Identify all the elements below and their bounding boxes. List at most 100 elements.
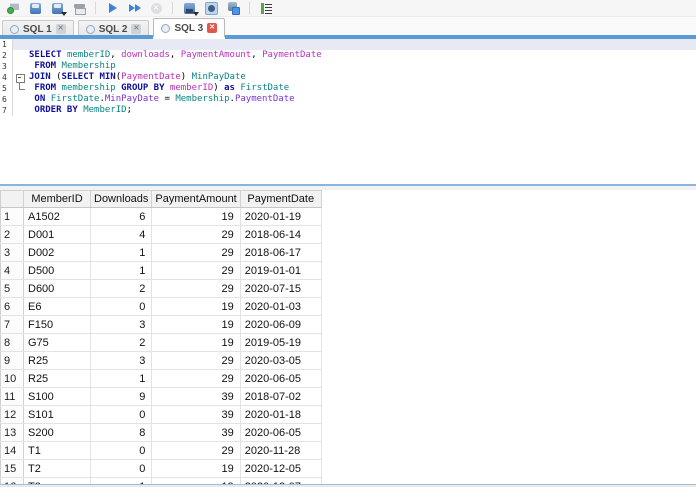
cell-paymentamount[interactable]: 19 [151, 315, 241, 334]
row-number-cell[interactable]: 2 [0, 225, 24, 244]
cell-paymentdate[interactable]: 2020-07-15 [240, 279, 322, 298]
cell-paymentdate[interactable]: 2020-11-28 [240, 441, 322, 460]
code-line[interactable]: 2 SELECT memberID, downloads, PaymentAmou… [0, 50, 696, 61]
cell-paymentdate[interactable]: 2020-01-03 [240, 297, 322, 316]
tab-sql-2[interactable]: SQL 2 ✕ [77, 20, 150, 37]
cell-memberid[interactable]: S101 [23, 405, 91, 424]
cell-downloads[interactable]: 4 [90, 225, 153, 244]
cell-memberid[interactable]: D002 [23, 243, 91, 262]
column-header-paymentamount[interactable]: PaymentAmount [151, 190, 241, 208]
open-sql-file-button[interactable] [24, 1, 46, 16]
cell-paymentdate[interactable]: 2018-06-17 [240, 243, 322, 262]
save-sql-file-button[interactable] [46, 1, 68, 16]
execute-all-queries-button[interactable] [123, 1, 145, 16]
column-header-downloads[interactable]: Downloads [90, 190, 153, 208]
cell-downloads[interactable]: 0 [90, 441, 153, 460]
cell-memberid[interactable]: D001 [23, 225, 91, 244]
cell-paymentamount[interactable]: 39 [151, 405, 241, 424]
cell-downloads[interactable]: 8 [90, 423, 153, 442]
cell-paymentdate[interactable]: 2020-06-05 [240, 423, 322, 442]
row-number-cell[interactable]: 12 [0, 405, 24, 424]
cell-paymentamount[interactable]: 29 [151, 369, 241, 388]
save-snapshot-button[interactable] [200, 1, 222, 16]
cell-downloads[interactable]: 2 [90, 279, 153, 298]
cell-memberid[interactable]: S200 [23, 423, 91, 442]
cell-memberid[interactable]: T2 [23, 459, 91, 478]
cell-paymentdate[interactable]: 2020-12-05 [240, 459, 322, 478]
cell-memberid[interactable]: D500 [23, 261, 91, 280]
cell-memberid[interactable]: E6 [23, 297, 91, 316]
tab-close-icon[interactable]: ✕ [131, 24, 142, 34]
cell-paymentamount[interactable]: 39 [151, 387, 241, 406]
cell-paymentamount[interactable]: 39 [151, 423, 241, 442]
database-connection-button[interactable] [2, 1, 24, 16]
column-header-paymentdate[interactable]: PaymentDate [240, 190, 322, 208]
cell-paymentamount[interactable]: 29 [151, 261, 241, 280]
row-number-cell[interactable]: 1 [0, 207, 24, 226]
code-line[interactable]: 7 ORDER BY MemberID; [0, 105, 696, 116]
cell-downloads[interactable]: 3 [90, 315, 153, 334]
cell-memberid[interactable]: D600 [23, 279, 91, 298]
cell-memberid[interactable]: R25 [23, 351, 91, 370]
cell-paymentamount[interactable]: 29 [151, 441, 241, 460]
row-number-cell[interactable]: 6 [0, 297, 24, 316]
row-number-cell[interactable]: 4 [0, 261, 24, 280]
row-number-cell[interactable]: 8 [0, 333, 24, 352]
cell-downloads[interactable]: 9 [90, 387, 153, 406]
cell-downloads[interactable]: 1 [90, 261, 153, 280]
code-line[interactable]: 6 ON FirstDate.MinPayDate = Membership.P… [0, 94, 696, 105]
cell-memberid[interactable]: T1 [23, 441, 91, 460]
code-line[interactable]: 1 [0, 39, 696, 50]
cell-paymentdate[interactable]: 2020-01-18 [240, 405, 322, 424]
results-grid-view-button[interactable] [255, 1, 277, 16]
cell-memberid[interactable]: F150 [23, 315, 91, 334]
cell-downloads[interactable]: 2 [90, 333, 153, 352]
tab-close-icon[interactable]: ✕ [55, 24, 66, 34]
row-number-cell[interactable]: 3 [0, 243, 24, 262]
create-view-from-query-button[interactable] [222, 1, 244, 16]
cell-paymentamount[interactable]: 29 [151, 279, 241, 298]
cell-paymentamount[interactable]: 19 [151, 459, 241, 478]
cell-downloads[interactable]: 0 [90, 459, 153, 478]
cell-paymentdate[interactable]: 2020-06-09 [240, 315, 322, 334]
row-number-cell[interactable]: 15 [0, 459, 24, 478]
cell-paymentamount[interactable]: 19 [151, 297, 241, 316]
cell-downloads[interactable]: 1 [90, 369, 153, 388]
tab-close-icon[interactable]: ✕ [207, 23, 218, 33]
cell-memberid[interactable]: S100 [23, 387, 91, 406]
row-number-cell[interactable]: 10 [0, 369, 24, 388]
row-number-cell[interactable]: 7 [0, 315, 24, 334]
cell-downloads[interactable]: 1 [90, 243, 153, 262]
row-number-cell[interactable]: 5 [0, 279, 24, 298]
code-line[interactable]: 4 JOIN (SELECT MIN(PaymentDate) MinPayDat… [0, 72, 696, 83]
column-header-memberid[interactable]: MemberID [23, 190, 91, 208]
cell-paymentamount[interactable]: 29 [151, 225, 241, 244]
print-button[interactable] [68, 1, 90, 16]
cell-paymentdate[interactable]: 2019-01-01 [240, 261, 322, 280]
cell-memberid[interactable]: G75 [23, 333, 91, 352]
row-number-cell[interactable]: 9 [0, 351, 24, 370]
cell-paymentdate[interactable]: 2020-01-19 [240, 207, 322, 226]
cell-paymentdate[interactable]: 2018-07-02 [240, 387, 322, 406]
cell-paymentdate[interactable]: 2020-03-05 [240, 351, 322, 370]
sql-code-editor[interactable]: 1 2 SELECT memberID, downloads, PaymentAmo… [0, 37, 696, 184]
cell-paymentdate[interactable]: 2019-05-19 [240, 333, 322, 352]
cell-paymentamount[interactable]: 29 [151, 351, 241, 370]
grid-corner-cell[interactable] [0, 190, 24, 208]
cell-paymentamount[interactable]: 29 [151, 243, 241, 262]
execute-query-button[interactable] [101, 1, 123, 16]
export-results-button[interactable] [178, 1, 200, 16]
cell-memberid[interactable]: R25 [23, 369, 91, 388]
cell-downloads[interactable]: 6 [90, 207, 153, 226]
row-number-cell[interactable]: 11 [0, 387, 24, 406]
tab-sql-1[interactable]: SQL 1 ✕ [2, 20, 74, 37]
cell-paymentamount[interactable]: 19 [151, 207, 241, 226]
cell-paymentdate[interactable]: 2018-06-14 [240, 225, 322, 244]
cell-downloads[interactable]: 0 [90, 297, 153, 316]
code-line[interactable]: 5 FROM membership GROUP BY memberID) as … [0, 83, 696, 94]
fold-marker-icon[interactable] [13, 72, 27, 83]
cell-paymentamount[interactable]: 19 [151, 333, 241, 352]
cell-downloads[interactable]: 3 [90, 351, 153, 370]
tab-sql-3[interactable]: SQL 3 ✕ [153, 18, 226, 37]
code-line[interactable]: 3 FROM Membership [0, 61, 696, 72]
